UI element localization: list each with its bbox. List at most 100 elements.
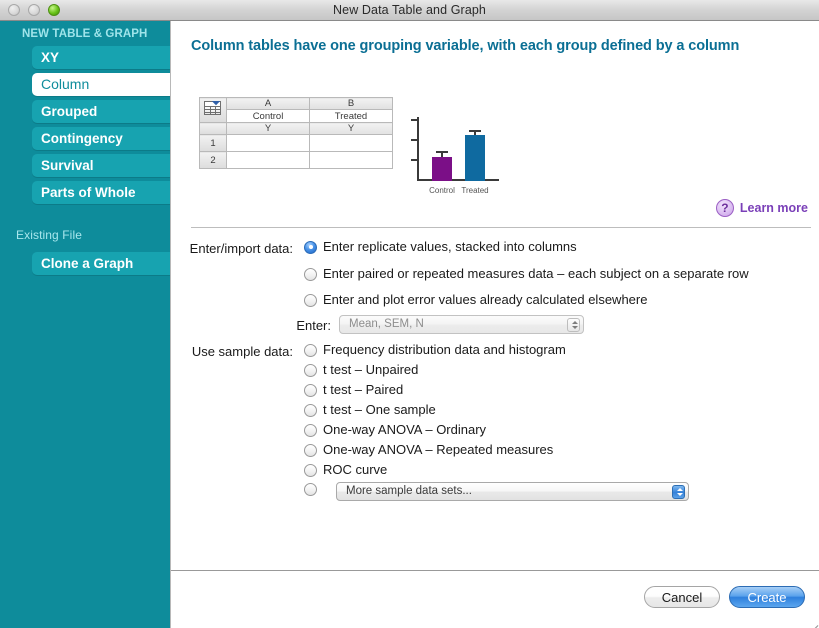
chart-tick-label-treated: Treated (453, 186, 497, 195)
sidebar-item-contingency[interactable]: Contingency (32, 127, 170, 150)
more-sample-data-sets-value: More sample data sets... (346, 485, 472, 497)
column-letter-b: B (310, 98, 393, 110)
table-preview: A B Control Treated Y Y 1 (199, 97, 393, 169)
sidebar-item-label: Grouped (41, 104, 97, 119)
subheader-y-b: Y (310, 123, 393, 135)
data-cell[interactable] (227, 152, 310, 169)
error-bar (474, 132, 476, 135)
radio-label: Enter replicate values, stacked into col… (323, 240, 577, 254)
radio-icon[interactable] (304, 464, 317, 477)
radio-label: t test – One sample (323, 403, 436, 417)
radio-label: One-way ANOVA – Ordinary (323, 423, 486, 437)
chevron-up-icon (572, 321, 578, 324)
more-sample-data-sets-select[interactable]: More sample data sets... (336, 482, 689, 501)
sidebar-item-label: Column (41, 76, 89, 92)
enter-select-label: Enter: (209, 318, 331, 333)
column-letter-a: A (227, 98, 310, 110)
radio-one-way-anova-ordinary[interactable]: One-way ANOVA – Ordinary (304, 423, 486, 437)
radio-label: Enter paired or repeated measures data –… (323, 267, 749, 281)
radio-label: Enter and plot error values already calc… (323, 293, 647, 307)
enter-import-data-label: Enter/import data: (171, 241, 293, 256)
row-number: 1 (200, 135, 227, 152)
radio-enter-paired-repeated[interactable]: Enter paired or repeated measures data –… (304, 267, 749, 281)
main-panel: Column tables have one grouping variable… (170, 21, 819, 628)
graph-preview: Control Treated (407, 113, 503, 195)
new-data-table-and-graph-window: New Data Table and Graph NEW TABLE & GRA… (0, 0, 819, 628)
section-divider (191, 227, 811, 228)
sidebar-item-label: Contingency (41, 131, 123, 146)
sidebar-item-label: XY (41, 50, 59, 65)
radio-icon[interactable] (304, 268, 317, 281)
footer-divider (171, 570, 819, 571)
resize-grip[interactable] (805, 614, 818, 627)
radio-icon[interactable] (304, 404, 317, 417)
learn-more-label: Learn more (740, 201, 808, 215)
page-title: Column tables have one grouping variable… (191, 38, 739, 54)
sidebar-item-grouped[interactable]: Grouped (32, 100, 170, 123)
radio-icon[interactable] (304, 241, 317, 254)
sidebar-item-clone-a-graph[interactable]: Clone a Graph (32, 252, 170, 275)
sidebar-item-survival[interactable]: Survival (32, 154, 170, 177)
radio-icon[interactable] (304, 294, 317, 307)
radio-icon[interactable] (304, 384, 317, 397)
error-bar-cap (469, 130, 481, 132)
sidebar: NEW TABLE & GRAPH XY Column Grouped Cont… (0, 21, 170, 628)
radio-one-way-anova-repeated[interactable]: One-way ANOVA – Repeated measures (304, 443, 553, 457)
radio-t-test-unpaired[interactable]: t test – Unpaired (304, 363, 418, 377)
radio-label: ROC curve (323, 463, 387, 477)
sidebar-existing-file-heading: Existing File (0, 208, 170, 248)
radio-label: Frequency distribution data and histogra… (323, 343, 566, 357)
bar-rect (432, 157, 452, 181)
cancel-button[interactable]: Cancel (644, 586, 720, 608)
radio-icon[interactable] (304, 444, 317, 457)
radio-label: One-way ANOVA – Repeated measures (323, 443, 553, 457)
use-sample-data-label: Use sample data: (171, 344, 293, 359)
enter-format-select[interactable]: Mean, SEM, N (339, 315, 584, 334)
radio-icon[interactable] (304, 364, 317, 377)
data-cell[interactable] (310, 135, 393, 152)
bar-rect (465, 135, 485, 181)
radio-icon[interactable] (304, 483, 317, 496)
radio-t-test-one-sample[interactable]: t test – One sample (304, 403, 436, 417)
radio-enter-error-values[interactable]: Enter and plot error values already calc… (304, 293, 647, 307)
sidebar-heading: NEW TABLE & GRAPH (0, 21, 170, 46)
radio-t-test-paired[interactable]: t test – Paired (304, 383, 403, 397)
sidebar-item-parts-of-whole[interactable]: Parts of Whole (32, 181, 170, 204)
radio-label: t test – Paired (323, 383, 403, 397)
radio-more-sample-data-sets[interactable] (304, 483, 317, 496)
stepper-icon[interactable] (567, 318, 580, 332)
sidebar-item-label: Parts of Whole (41, 185, 136, 200)
radio-icon[interactable] (304, 344, 317, 357)
learn-more-link[interactable]: ? Learn more (716, 199, 808, 217)
chevron-down-icon (677, 493, 683, 496)
column-title-control[interactable]: Control (227, 110, 310, 123)
stepper-icon[interactable] (672, 485, 685, 499)
table-grid-icon (204, 101, 221, 115)
create-button[interactable]: Create (729, 586, 805, 608)
table-corner-cell (200, 98, 227, 123)
data-cell[interactable] (310, 152, 393, 169)
chart-y-tick (411, 119, 417, 121)
error-bar (441, 153, 443, 157)
radio-roc-curve[interactable]: ROC curve (304, 463, 387, 477)
subheader-corner (200, 123, 227, 135)
sidebar-item-xy[interactable]: XY (32, 46, 170, 69)
question-mark-icon: ? (716, 199, 734, 217)
error-bar-cap (436, 151, 448, 153)
chart-y-axis (417, 117, 419, 181)
chart-y-tick (411, 159, 417, 161)
table-row: 2 (200, 152, 393, 169)
radio-frequency-distribution[interactable]: Frequency distribution data and histogra… (304, 343, 566, 357)
row-number: 2 (200, 152, 227, 169)
radio-label: t test – Unpaired (323, 363, 418, 377)
data-cell[interactable] (227, 135, 310, 152)
chevron-up-icon (677, 488, 683, 491)
chevron-down-icon (572, 326, 578, 329)
column-title-treated[interactable]: Treated (310, 110, 393, 123)
sidebar-item-label: Clone a Graph (41, 256, 133, 271)
radio-enter-replicate-values[interactable]: Enter replicate values, stacked into col… (304, 240, 577, 254)
sidebar-item-column[interactable]: Column (32, 73, 170, 96)
radio-icon[interactable] (304, 424, 317, 437)
enter-format-value: Mean, SEM, N (349, 318, 424, 330)
chart-y-tick (411, 139, 417, 141)
